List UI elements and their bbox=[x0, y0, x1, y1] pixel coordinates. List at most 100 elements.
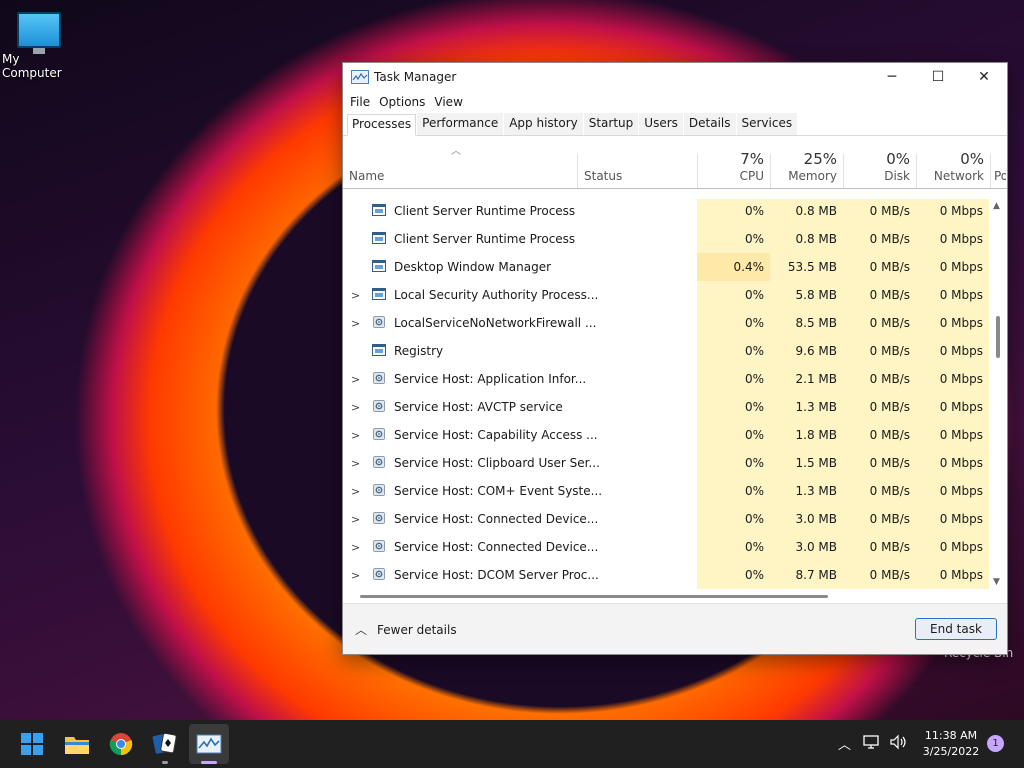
process-row[interactable]: Client Server Runtime Process 0% 0.8 MB 0 M… bbox=[343, 199, 989, 225]
process-network: 0 Mbps bbox=[916, 421, 989, 449]
maximize-button[interactable]: ☐ bbox=[915, 63, 961, 91]
process-row[interactable]: > Service Host: Clipboard User Ser... 0% 1.… bbox=[343, 449, 989, 477]
column-status[interactable]: Status bbox=[577, 136, 697, 188]
chevron-right-icon[interactable]: > bbox=[351, 457, 360, 470]
process-name: Local Security Authority Process... bbox=[394, 288, 599, 302]
memory-total: 25% bbox=[803, 150, 837, 168]
process-network: 0 Mbps bbox=[916, 505, 989, 533]
process-name: Service Host: DCOM Server Proc... bbox=[394, 568, 599, 582]
column-memory[interactable]: 25% Memory bbox=[770, 136, 843, 188]
vertical-scroll-thumb[interactable] bbox=[996, 316, 1000, 358]
process-memory: 8.5 MB bbox=[770, 309, 843, 337]
window-icon bbox=[372, 232, 386, 244]
tab-performance[interactable]: Performance bbox=[417, 113, 504, 135]
tab-processes[interactable]: Processes bbox=[347, 114, 417, 136]
start-button[interactable] bbox=[12, 724, 52, 764]
process-name: Registry bbox=[394, 344, 444, 358]
desktop-icon-my-computer[interactable]: My Computer bbox=[2, 12, 76, 80]
scroll-up-icon[interactable]: ▲ bbox=[993, 201, 1000, 211]
column-disk[interactable]: 0% Disk bbox=[843, 136, 916, 188]
process-network: 0 Mbps bbox=[916, 477, 989, 505]
horizontal-scroll-thumb[interactable] bbox=[360, 595, 828, 598]
process-disk: 0 MB/s bbox=[843, 561, 916, 589]
chevron-right-icon[interactable]: > bbox=[351, 541, 360, 554]
horizontal-scrollbar[interactable] bbox=[343, 590, 1005, 604]
process-row[interactable]: > Service Host: Connected Device... 0% 3.0 … bbox=[343, 505, 989, 533]
column-power[interactable]: Po bbox=[990, 136, 1006, 188]
chevron-right-icon[interactable]: > bbox=[351, 485, 360, 498]
chevron-right-icon[interactable]: > bbox=[351, 373, 360, 386]
chevron-right-icon[interactable]: > bbox=[351, 289, 360, 302]
column-cpu[interactable]: 7% CPU bbox=[697, 136, 770, 188]
process-row[interactable]: Client Server Runtime Process 0% 0.8 MB 0 M… bbox=[343, 225, 989, 253]
process-disk: 0 MB/s bbox=[843, 281, 916, 309]
tab-services[interactable]: Services bbox=[736, 113, 798, 135]
menu-file[interactable]: File bbox=[347, 95, 376, 109]
process-memory: 0.8 MB bbox=[770, 199, 843, 225]
taskbar-chrome[interactable] bbox=[101, 724, 141, 764]
close-button[interactable]: ✕ bbox=[961, 63, 1007, 91]
minimize-button[interactable]: ─ bbox=[869, 63, 915, 91]
column-network[interactable]: 0% Network bbox=[916, 136, 990, 188]
chevron-right-icon[interactable]: > bbox=[351, 401, 360, 414]
fewer-details-button[interactable]: ︿ Fewer details bbox=[355, 621, 457, 638]
taskbar: ︿ 11:38 AM 3/25/2022 1 bbox=[0, 720, 1024, 768]
process-row[interactable]: > Service Host: COM+ Event Syste... 0% 1.3 … bbox=[343, 477, 989, 505]
gear-icon bbox=[373, 316, 385, 328]
start-icon bbox=[21, 733, 43, 755]
window-icon bbox=[372, 260, 386, 272]
end-task-button[interactable]: End task bbox=[915, 618, 997, 640]
window-icon bbox=[372, 288, 386, 300]
process-row[interactable]: > Service Host: Capability Access ... 0% 1.… bbox=[343, 421, 989, 449]
process-memory: 1.3 MB bbox=[770, 393, 843, 421]
process-row[interactable]: > LocalServiceNoNetworkFirewall ... 0% 8.5 … bbox=[343, 309, 989, 337]
process-memory: 3.0 MB bbox=[770, 533, 843, 561]
volume-icon[interactable] bbox=[889, 734, 907, 753]
tab-app-history[interactable]: App history bbox=[504, 113, 583, 135]
process-cpu: 0% bbox=[697, 505, 770, 533]
show-hidden-icons-icon[interactable]: ︿ bbox=[838, 734, 851, 753]
gear-icon bbox=[373, 568, 385, 580]
tab-startup[interactable]: Startup bbox=[583, 113, 639, 135]
solitaire-icon bbox=[152, 732, 177, 754]
gear-icon bbox=[373, 428, 385, 440]
process-row[interactable]: Desktop Window Manager 0.4% 53.5 MB 0 MB/s 0… bbox=[343, 253, 989, 281]
process-row[interactable]: > Local Security Authority Process... 0% 5.… bbox=[343, 281, 989, 309]
chevron-right-icon[interactable]: > bbox=[351, 569, 360, 582]
process-row[interactable]: Registry 0% 9.6 MB 0 MB/s 0 Mbps bbox=[343, 337, 989, 365]
process-row[interactable]: > Service Host: Connected Device... 0% 3.0 … bbox=[343, 533, 989, 561]
network-icon[interactable] bbox=[863, 734, 881, 753]
taskbar-task-manager[interactable] bbox=[189, 724, 229, 764]
process-network: 0 Mbps bbox=[916, 253, 989, 281]
process-network: 0 Mbps bbox=[916, 225, 989, 253]
chevron-right-icon[interactable]: > bbox=[351, 429, 360, 442]
process-disk: 0 MB/s bbox=[843, 477, 916, 505]
taskbar-solitaire[interactable] bbox=[145, 724, 185, 764]
gear-icon bbox=[373, 540, 385, 552]
menu-view[interactable]: View bbox=[431, 95, 468, 109]
taskbar-file-explorer[interactable] bbox=[57, 724, 97, 764]
process-cpu: 0% bbox=[697, 365, 770, 393]
process-cpu: 0% bbox=[697, 281, 770, 309]
process-row[interactable]: > Service Host: AVCTP service 0% 1.3 MB 0 MB… bbox=[343, 393, 989, 421]
task-manager-icon bbox=[196, 734, 222, 754]
menu-options[interactable]: Options bbox=[376, 95, 431, 109]
window-title: Task Manager bbox=[374, 70, 457, 84]
process-disk: 0 MB/s bbox=[843, 533, 916, 561]
scroll-down-icon[interactable]: ▼ bbox=[993, 577, 1000, 587]
process-disk: 0 MB/s bbox=[843, 225, 916, 253]
clock[interactable]: 11:38 AM 3/25/2022 bbox=[916, 728, 986, 760]
vertical-scrollbar[interactable]: ▲ ▼ bbox=[991, 199, 1005, 589]
chevron-right-icon[interactable]: > bbox=[351, 317, 360, 330]
column-name[interactable]: ︿ Name bbox=[343, 136, 577, 188]
title-bar[interactable]: Task Manager ─ ☐ ✕ bbox=[343, 63, 1007, 91]
tab-details[interactable]: Details bbox=[683, 113, 736, 135]
process-memory: 1.5 MB bbox=[770, 449, 843, 477]
process-row[interactable]: > Service Host: DCOM Server Proc... 0% 8.7 … bbox=[343, 561, 989, 589]
tab-users[interactable]: Users bbox=[639, 113, 683, 135]
notification-badge[interactable]: 1 bbox=[987, 735, 1004, 752]
column-header: ︿ Name Status 7% CPU 25% Memory 0% Disk … bbox=[343, 136, 1007, 189]
chevron-right-icon[interactable]: > bbox=[351, 513, 360, 526]
process-cpu: 0% bbox=[697, 393, 770, 421]
process-row[interactable]: > Service Host: Application Infor... 0% 2.1… bbox=[343, 365, 989, 393]
